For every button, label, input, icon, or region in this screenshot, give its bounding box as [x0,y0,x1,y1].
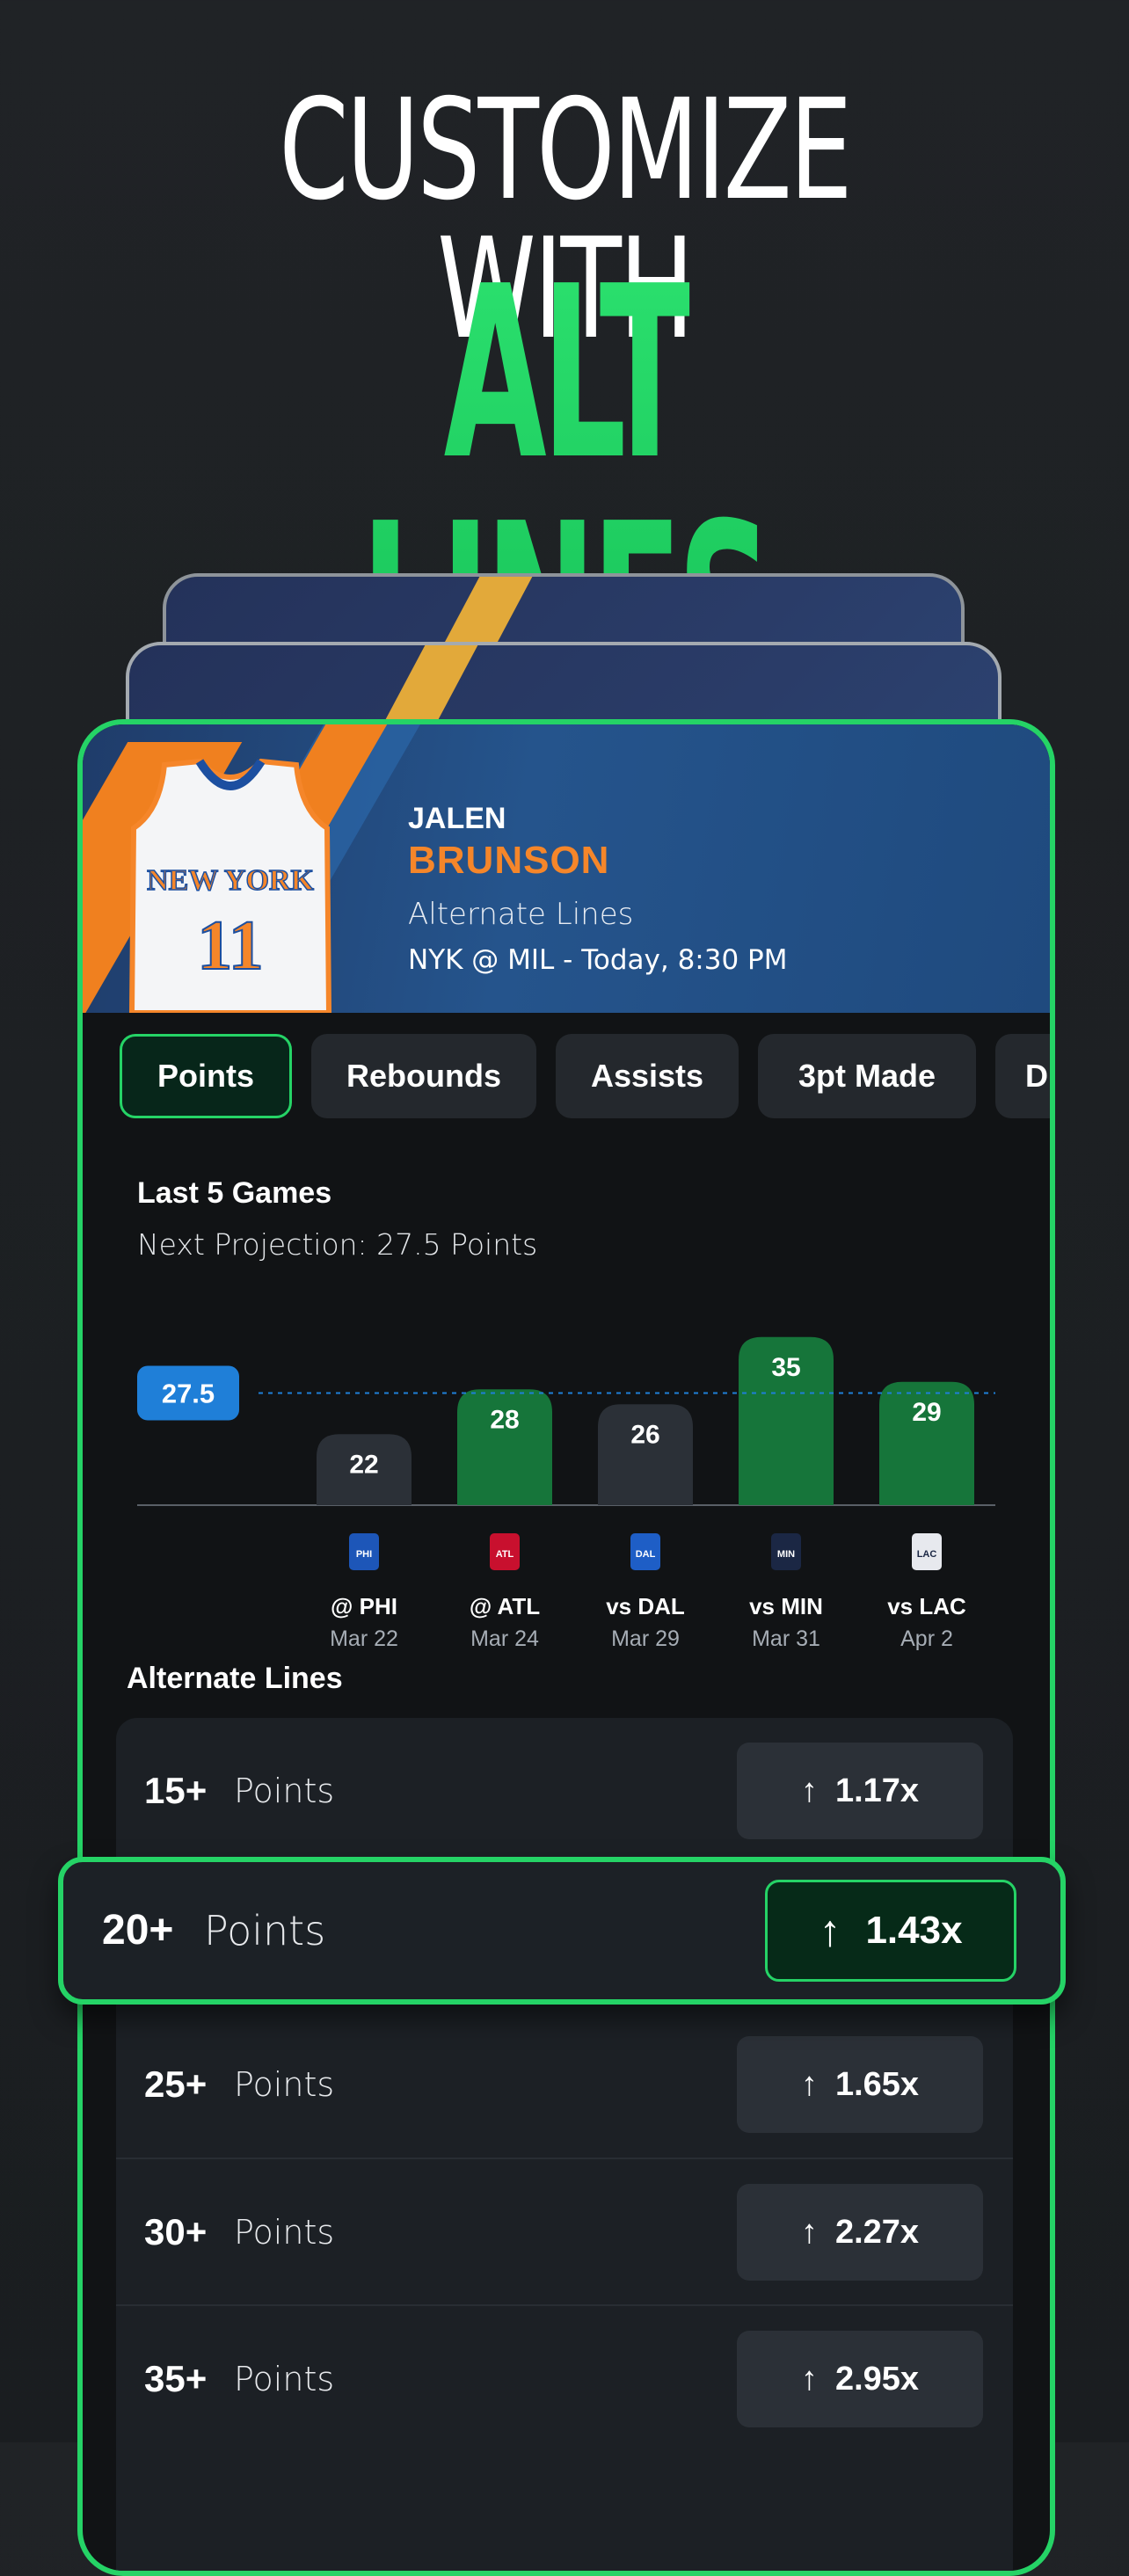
multiplier-value: 1.65x [834,2065,920,2103]
multiplier-button[interactable]: ↑ 2.95x [737,2331,983,2427]
alternate-lines-title: Alternate Lines [127,1662,343,1695]
card-subtitle: Alternate Lines [408,897,634,932]
jersey-image: NEW YORK 11 [128,758,332,1013]
last-5-games-title: Last 5 Games [137,1176,332,1210]
alt-line-row[interactable]: 15+ Points ↑ 1.17x [116,1718,1013,1864]
tab-3pt-made[interactable]: 3pt Made [758,1034,976,1118]
bar-value-label: 29 [912,1398,941,1427]
alt-line-stat: Points [204,1907,326,1954]
arrow-up-icon: ↑ [800,1772,818,1809]
player-first-name: JALEN [408,802,506,835]
team-abbr-label: DAL [636,1549,656,1560]
multiplier-button-selected[interactable]: ↑ 1.43x [765,1880,1016,1982]
alt-line-row[interactable]: 35+ Points ↑ 2.95x [116,2306,1013,2452]
bar-value-label: 35 [771,1353,800,1382]
bar-value-label: 26 [630,1420,659,1449]
arrow-up-icon: ↑ [819,1906,841,1955]
multiplier-value: 1.17x [834,1772,920,1809]
game-opponent-label: @ ATL [470,1593,540,1619]
alt-line-stat: Points [234,1772,335,1810]
multiplier-value: 2.95x [834,2360,920,2398]
arrow-up-icon: ↑ [800,2213,818,2251]
alt-line-stat: Points [234,2360,335,2398]
game-opponent-label: vs DAL [606,1593,685,1619]
player-banner: NEW YORK 11 JALEN BRUNSON Alternate Line… [83,724,1050,1013]
game-date-label: Mar 22 [330,1626,398,1651]
alt-line-value: 20+ [102,1907,174,1954]
player-last-name: BRUNSON [408,839,610,882]
multiplier-button[interactable]: ↑ 1.17x [737,1743,983,1839]
alt-line-value: 30+ [144,2211,208,2252]
alt-line-row-highlighted[interactable]: 20+ Points ↑ 1.43x [58,1857,1066,2005]
bar-value-label: 22 [349,1450,378,1479]
arrow-up-icon: ↑ [800,2360,818,2398]
tab-points[interactable]: Points [120,1034,292,1118]
alt-line-row[interactable]: 25+ Points ↑ 1.65x [116,2012,1013,2158]
multiplier-button[interactable]: ↑ 1.65x [737,2036,983,2133]
bar-value-label: 28 [490,1405,519,1434]
arrow-up-icon: ↑ [800,2065,818,2103]
alt-line-stat: Points [234,2213,335,2252]
game-matchup: NYK @ MIL - Today, 8:30 PM [408,944,788,976]
multiplier-value: 2.27x [834,2213,920,2251]
multiplier-value: 1.43x [865,1909,963,1952]
team-abbr-label: PHI [356,1549,372,1560]
tab-partial[interactable]: D [995,1034,1050,1118]
team-abbr-label: ATL [496,1549,514,1560]
game-opponent-label: vs LAC [887,1593,966,1619]
game-opponent-label: vs MIN [749,1593,823,1619]
team-abbr-label: LAC [917,1549,937,1560]
multiplier-button[interactable]: ↑ 2.27x [737,2184,983,2281]
tab-assists[interactable]: Assists [556,1034,739,1118]
game-opponent-label: @ PHI [331,1593,397,1619]
projection-badge-label: 27.5 [162,1379,215,1409]
game-date-label: Mar 31 [752,1626,820,1651]
alt-line-value: 35+ [144,2358,208,2399]
game-date-label: Mar 24 [470,1626,539,1651]
stat-tabs: Points Rebounds Assists 3pt Made D [83,1034,1050,1124]
team-abbr-label: MIN [777,1549,795,1560]
alt-line-stat: Points [234,2065,335,2104]
tab-rebounds[interactable]: Rebounds [311,1034,536,1118]
jersey-number-text: 11 [197,907,264,985]
jersey-team-text: NEW YORK [147,864,314,897]
player-card: NEW YORK 11 JALEN BRUNSON Alternate Line… [77,719,1055,2576]
alt-line-value: 15+ [144,1770,208,1811]
game-date-label: Apr 2 [900,1626,953,1651]
alt-line-value: 25+ [144,2063,208,2105]
alt-line-row[interactable]: 30+ Points ↑ 2.27x [116,2159,1013,2305]
game-date-label: Mar 29 [611,1626,680,1651]
